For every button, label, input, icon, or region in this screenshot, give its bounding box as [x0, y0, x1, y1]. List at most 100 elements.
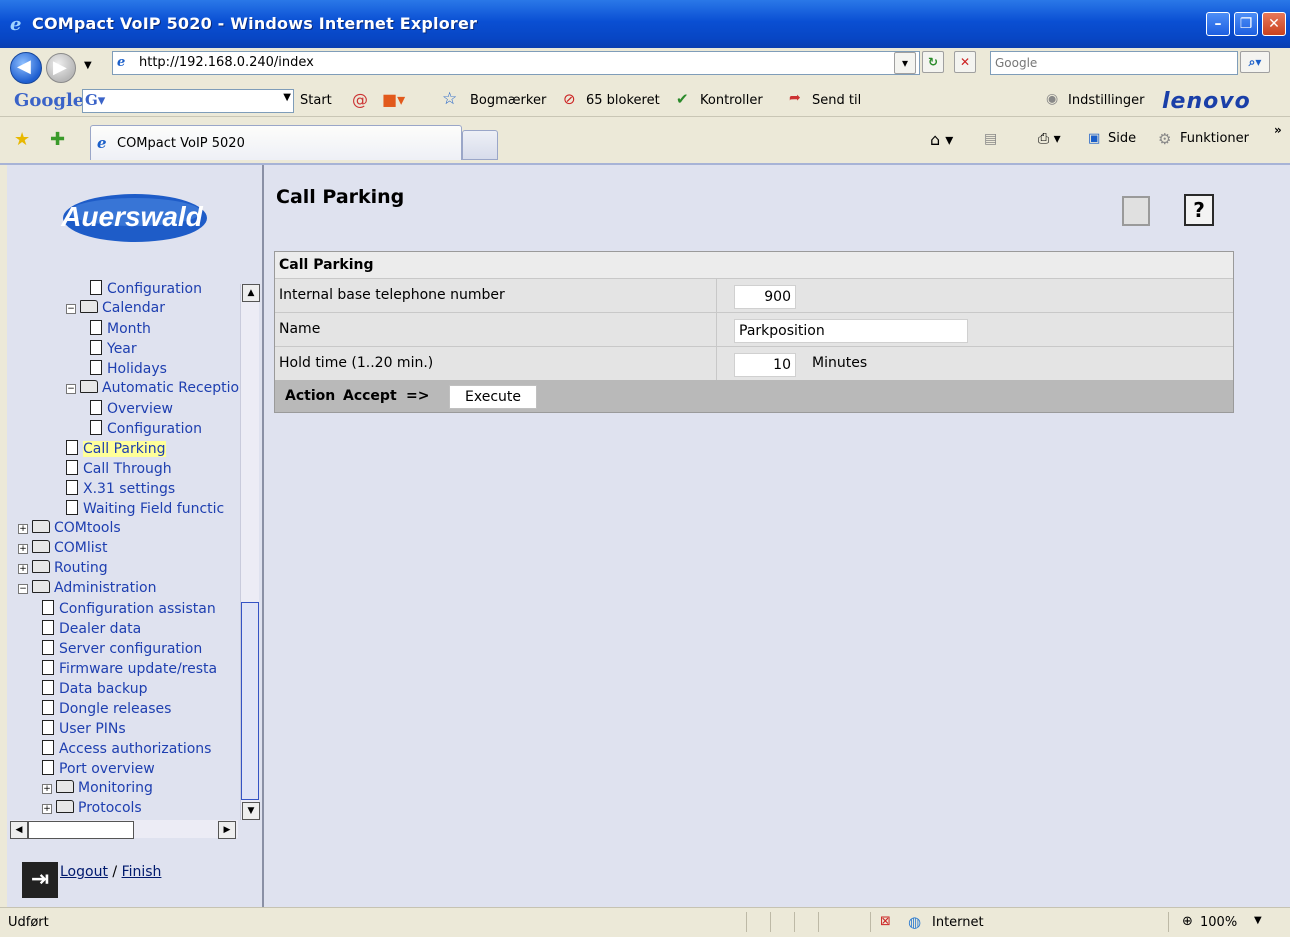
execute-button[interactable]: Execute: [449, 385, 537, 409]
tree-item[interactable]: + COMtools: [18, 520, 121, 536]
tree-item[interactable]: Overview: [90, 400, 173, 417]
tools-menu[interactable]: Funktioner: [1180, 131, 1249, 146]
expand-icon[interactable]: +: [18, 544, 28, 554]
tree-item[interactable]: − Automatic Receptio: [66, 380, 239, 396]
refresh-icon[interactable]: ↻: [922, 51, 944, 73]
address-dropdown-button[interactable]: ▾: [894, 52, 916, 74]
address-field[interactable]: e http://192.168.0.240/index: [112, 51, 920, 75]
spellcheck-button[interactable]: Kontroller: [700, 93, 763, 108]
maximize-button[interactable]: ❐: [1234, 12, 1258, 36]
expand-icon[interactable]: +: [18, 564, 28, 574]
expand-icon[interactable]: +: [18, 524, 28, 534]
tree-item-label: Automatic Receptio: [102, 380, 240, 396]
new-tab-button[interactable]: [462, 130, 498, 160]
tree-item[interactable]: + Routing: [18, 560, 108, 576]
zoom-icon[interactable]: ⊕: [1182, 914, 1193, 929]
popup-blocked-count[interactable]: 65 blokeret: [586, 93, 660, 108]
settings-menu[interactable]: Indstillinger: [1068, 93, 1144, 108]
tree-item[interactable]: Month: [90, 320, 151, 337]
tree-horizontal-scrollbar[interactable]: ◀ ▶: [10, 820, 238, 839]
home-icon[interactable]: ⌂ ▾: [930, 130, 953, 149]
name-input[interactable]: Parkposition: [734, 319, 968, 343]
tree-vertical-scrollbar[interactable]: ▲ ▼: [240, 284, 260, 820]
tree-item[interactable]: Access authorizations: [42, 740, 211, 757]
collapse-icon[interactable]: −: [66, 384, 76, 394]
logout-link[interactable]: Logout: [60, 864, 108, 880]
help-icon[interactable]: ?: [1184, 194, 1214, 226]
title-bar: e COMpact VoIP 5020 - Windows Internet E…: [0, 0, 1290, 48]
collapse-icon[interactable]: −: [18, 584, 28, 594]
google-search-field[interactable]: G▾ ▼: [82, 89, 294, 113]
tree-item[interactable]: Year: [90, 340, 137, 357]
back-button[interactable]: ◀: [10, 52, 42, 84]
tree-item[interactable]: Server configuration: [42, 640, 202, 657]
forward-button[interactable]: ▶: [46, 53, 76, 83]
folder-icon: [56, 780, 74, 793]
tree-item[interactable]: Call Through: [66, 460, 172, 477]
add-favorite-icon[interactable]: ✚: [50, 129, 65, 150]
chevron-down-icon[interactable]: ▼: [283, 92, 291, 103]
spiral-icon[interactable]: @: [352, 90, 368, 109]
close-button[interactable]: ✕: [1262, 12, 1286, 36]
favorites-star-icon[interactable]: ★: [14, 129, 30, 150]
google-g-icon: G▾: [85, 91, 106, 109]
finish-link[interactable]: Finish: [122, 864, 162, 880]
tree-item[interactable]: Call Parking: [66, 440, 166, 457]
tree-item[interactable]: Configuration assistan: [42, 600, 216, 617]
tree-item[interactable]: Waiting Field functic: [66, 500, 224, 517]
page-menu[interactable]: Side: [1108, 131, 1136, 146]
base-number-input[interactable]: 900: [734, 285, 796, 309]
zoom-dropdown-icon[interactable]: ▼: [1254, 915, 1262, 926]
scroll-left-button[interactable]: ◀: [10, 821, 28, 839]
tree-item-label: COMlist: [54, 540, 108, 556]
search-input[interactable]: Google: [990, 51, 1238, 75]
overflow-chevron-icon[interactable]: »: [1274, 123, 1282, 137]
logout-area: ⇥ Logout / Finish: [22, 862, 161, 898]
tree-item[interactable]: Dongle releases: [42, 700, 171, 717]
start-button[interactable]: Start: [300, 93, 332, 108]
scroll-right-button[interactable]: ▶: [218, 821, 236, 839]
collapse-icon[interactable]: −: [66, 304, 76, 314]
print-icon[interactable]: [1122, 196, 1150, 226]
tree-item[interactable]: Firmware update/resta: [42, 660, 217, 677]
tree-item[interactable]: − Calendar: [66, 300, 165, 316]
zoom-level[interactable]: 100%: [1200, 915, 1237, 930]
search-button[interactable]: ⌕▾: [1240, 51, 1270, 73]
tree-item[interactable]: Holidays: [90, 360, 167, 377]
tree-item[interactable]: Dealer data: [42, 620, 141, 637]
send-to-menu[interactable]: Send til: [812, 93, 861, 108]
tree-item[interactable]: X.31 settings: [66, 480, 175, 497]
action-select[interactable]: Accept: [343, 388, 397, 404]
scroll-down-button[interactable]: ▼: [242, 802, 260, 820]
back-arrow-icon: ◀: [17, 56, 31, 77]
tab-title: COMpact VoIP 5020: [117, 136, 245, 151]
tree-item[interactable]: + COMlist: [18, 540, 107, 556]
bookmarks-menu[interactable]: Bogmærker: [470, 93, 546, 108]
hold-time-input[interactable]: 10: [734, 353, 796, 377]
action-row: Action Accept => Execute: [275, 380, 1233, 412]
horizontal-thumb[interactable]: [28, 821, 134, 839]
tree-item[interactable]: Port overview: [42, 760, 155, 777]
scroll-up-button[interactable]: ▲: [242, 284, 260, 302]
document-icon: [42, 620, 54, 635]
print-icon[interactable]: ⎙ ▾: [1038, 131, 1061, 147]
stop-icon[interactable]: ✕: [954, 51, 976, 73]
minimize-button[interactable]: –: [1206, 12, 1230, 36]
feeds-icon[interactable]: ▤: [984, 131, 997, 147]
tab-active[interactable]: e COMpact VoIP 5020: [90, 125, 462, 160]
tree-item[interactable]: Configuration: [90, 280, 202, 297]
tree-item[interactable]: + Protocols: [42, 800, 142, 816]
expand-icon[interactable]: +: [42, 784, 52, 794]
section-header-label: Call Parking: [279, 257, 374, 273]
expand-icon[interactable]: +: [42, 804, 52, 814]
tree-item[interactable]: Configuration: [90, 420, 202, 437]
tree-item[interactable]: − Administration: [18, 580, 156, 596]
document-icon: [90, 340, 102, 355]
scroll-thumb[interactable]: [241, 602, 259, 800]
tree-item[interactable]: User PINs: [42, 720, 126, 737]
history-dropdown-icon[interactable]: ▼: [84, 60, 92, 71]
tree-item[interactable]: Data backup: [42, 680, 147, 697]
tree-item-label: Call Parking: [83, 441, 166, 457]
tree-item[interactable]: + Monitoring: [42, 780, 153, 796]
blogger-icon[interactable]: ■▾: [382, 90, 405, 109]
